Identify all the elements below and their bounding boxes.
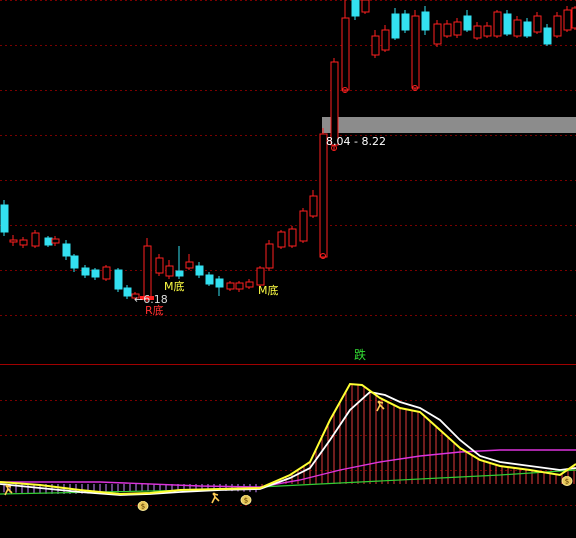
candle-body [341,17,350,91]
candle-body [0,204,9,233]
candle-body [330,61,339,146]
candle-body [226,282,235,290]
candle-body [51,238,60,244]
candle-body [155,257,164,274]
candle-body [391,13,400,39]
candle-body [553,15,562,37]
candle-body [503,13,512,35]
person-runner-icon [375,400,387,412]
candle-body [185,261,194,269]
candle-body [351,0,360,17]
money-bag-icon: $ [561,474,573,486]
candle-body [265,243,274,269]
candlestick-chart [0,0,576,506]
candle-body [319,133,328,258]
candle-body [70,255,79,269]
candle-body [143,245,152,299]
candle-body [81,267,90,276]
candle-body [31,232,40,247]
candle-body [493,11,502,37]
r-bottom-label: R底 [145,304,164,317]
candle-body [463,15,472,31]
stock-chart-window: 8.04 - 8.22 ←6.18 R底 M底 M底 跌 $ $ $ [0,0,576,538]
money-bag-icon: $ [137,499,149,511]
candle-body [277,231,286,248]
candle-body [371,35,380,56]
svg-text:$: $ [244,497,248,505]
candle-body [473,25,482,39]
candle-body [235,282,244,290]
price-band-box [322,117,576,133]
candle-body [91,269,100,278]
candle-body [443,23,452,37]
candle-body [533,15,542,33]
candle-body [62,243,71,257]
candle-body [483,25,492,37]
candle-body [421,11,430,31]
signal-fall-label: 跌 [354,348,367,362]
candle-body [245,281,254,288]
candle-body [433,23,442,45]
money-bag-icon: $ [240,493,252,505]
svg-text:$: $ [565,478,569,486]
candle-body [288,228,297,247]
candle-body [44,237,53,246]
candle-body [165,265,174,277]
candle-body [543,27,552,45]
candle-body [513,19,522,37]
candle-body [19,239,28,246]
low-price-arrow: ← [134,293,144,306]
candle-body [571,7,576,29]
candle-body [215,278,224,288]
candle-body [205,274,214,285]
candle-body [309,195,318,217]
candle-body [123,287,132,297]
candle-body [381,29,390,51]
m-bottom-label-1: M底 [164,280,185,293]
candle-body [523,21,532,37]
person-runner-icon [3,484,15,496]
candle-body [9,239,18,243]
candle-body [299,210,308,242]
candle-body [256,267,265,286]
candle-body [563,9,572,31]
candle-body [175,270,184,277]
candle-body [361,0,370,13]
candle-body [102,266,111,280]
candle-body [401,13,410,31]
svg-text:$: $ [141,503,145,511]
m-bottom-label-2: M底 [258,284,279,297]
candle-body [114,269,123,290]
price-band-label: 8.04 - 8.22 [326,135,386,148]
person-runner-icon [210,492,222,504]
candle-body [411,15,420,89]
candle-body [195,265,204,276]
candle-body [453,21,462,36]
